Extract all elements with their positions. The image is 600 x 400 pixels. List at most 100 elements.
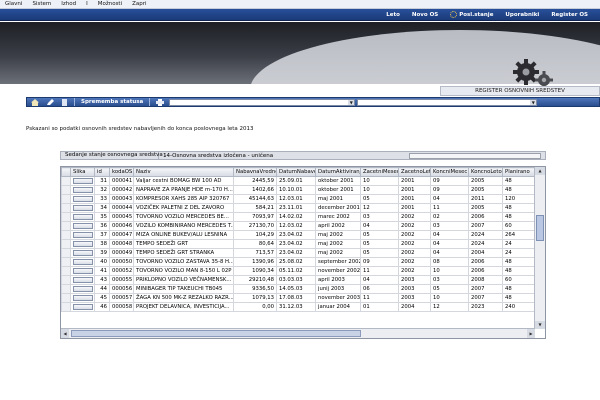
table-cell[interactable]: marec 2002 bbox=[315, 212, 361, 222]
picture-button[interactable] bbox=[73, 214, 93, 220]
table-cell[interactable]: 09 bbox=[430, 185, 469, 195]
table-cell[interactable]: maj 2002 bbox=[315, 248, 361, 258]
scroll-down-icon[interactable]: ▼ bbox=[535, 321, 545, 329]
column-header[interactable]: Naziv bbox=[133, 167, 234, 177]
row-selector[interactable] bbox=[61, 293, 71, 303]
status-dropdown[interactable]: ▼ bbox=[169, 98, 356, 106]
table-row[interactable]: 34 000044 VOZIČEK PALETNI Z DEL ZAVORO 584,… bbox=[61, 203, 536, 213]
table-cell[interactable]: 12.03.01 bbox=[276, 194, 316, 204]
table-cell[interactable]: 31.12.03 bbox=[276, 302, 316, 312]
table-cell[interactable]: 04 bbox=[360, 275, 399, 285]
table-row[interactable]: 40 000050 TOVORNO VOZILO ZASTAVA 35-8 H...… bbox=[61, 257, 536, 267]
nav-uporabniki[interactable]: Uporabniki bbox=[499, 9, 545, 21]
table-cell[interactable]: 2001 bbox=[398, 185, 431, 195]
table-cell[interactable]: 14.02.02 bbox=[276, 212, 316, 222]
table-cell[interactable]: 2001 bbox=[398, 203, 431, 213]
scroll-up-icon[interactable]: ▲ bbox=[535, 167, 545, 175]
table-cell[interactable]: 1390,96 bbox=[233, 257, 277, 267]
table-cell[interactable]: 000041 bbox=[109, 176, 134, 186]
table-cell[interactable]: 9336,50 bbox=[233, 284, 277, 294]
picture-cell[interactable] bbox=[70, 221, 95, 231]
table-cell[interactable]: 80,64 bbox=[233, 239, 277, 249]
table-cell[interactable]: 23.04.02 bbox=[276, 230, 316, 240]
table-cell[interactable]: 2002 bbox=[398, 212, 431, 222]
table-cell[interactable]: 41 bbox=[94, 266, 110, 276]
table-cell[interactable]: 25.08.02 bbox=[276, 257, 316, 267]
table-cell[interactable]: 000042 bbox=[109, 185, 134, 195]
table-cell[interactable]: 04 bbox=[430, 248, 469, 258]
table-cell[interactable]: 24 bbox=[502, 239, 536, 249]
table-cell[interactable]: 2003 bbox=[398, 275, 431, 285]
scroll-right-icon[interactable]: ▶ bbox=[527, 329, 535, 338]
picture-cell[interactable] bbox=[70, 293, 95, 303]
table-cell[interactable]: 48 bbox=[502, 293, 536, 303]
table-cell[interactable]: TOVORNO VOZILO MERCEDES BE... bbox=[133, 212, 234, 222]
table-cell[interactable]: 45 bbox=[94, 293, 110, 303]
table-cell[interactable]: maj 2002 bbox=[315, 239, 361, 249]
row-selector[interactable] bbox=[61, 185, 71, 195]
table-cell[interactable]: PRIKLOPNO VOZILO VEČNAMENSK... bbox=[133, 275, 234, 285]
table-cell[interactable]: 34 bbox=[94, 203, 110, 213]
table-cell[interactable]: 2002 bbox=[398, 239, 431, 249]
column-header[interactable]: Planirano bbox=[502, 167, 536, 177]
picture-cell[interactable] bbox=[70, 248, 95, 258]
picture-cell[interactable] bbox=[70, 194, 95, 204]
table-cell[interactable]: 48 bbox=[502, 185, 536, 195]
table-cell[interactable]: TOVORNO VOZILO MAN 8-150 L 02P bbox=[133, 266, 234, 276]
table-cell[interactable]: september 2002 bbox=[315, 257, 361, 267]
table-cell[interactable]: 48 bbox=[502, 176, 536, 186]
table-cell[interactable]: 2003 bbox=[398, 293, 431, 303]
table-cell[interactable]: oktober 2001 bbox=[315, 185, 361, 195]
table-cell[interactable]: 04 bbox=[430, 239, 469, 249]
table-cell[interactable]: 000048 bbox=[109, 239, 134, 249]
table-cell[interactable]: 25.09.01 bbox=[276, 176, 316, 186]
table-cell[interactable]: november 2002 bbox=[315, 266, 361, 276]
table-cell[interactable]: 2023 bbox=[468, 302, 503, 312]
table-cell[interactable]: 10 bbox=[430, 293, 469, 303]
table-cell[interactable]: december 2001 bbox=[315, 203, 361, 213]
table-cell[interactable]: 03 bbox=[430, 221, 469, 231]
table-cell[interactable]: april 2002 bbox=[315, 221, 361, 231]
picture-button[interactable] bbox=[73, 187, 93, 193]
picture-button[interactable] bbox=[73, 268, 93, 274]
picture-button[interactable] bbox=[73, 223, 93, 229]
table-cell[interactable]: 10 bbox=[360, 176, 399, 186]
table-cell[interactable]: 000058 bbox=[109, 302, 134, 312]
column-header[interactable]: KoncnoLeto bbox=[468, 167, 503, 177]
table-cell[interactable]: 05 bbox=[360, 239, 399, 249]
table-cell[interactable]: 2008 bbox=[468, 275, 503, 285]
picture-cell[interactable] bbox=[70, 239, 95, 249]
table-cell[interactable]: 11 bbox=[430, 203, 469, 213]
table-cell[interactable]: 03 bbox=[360, 212, 399, 222]
table-cell[interactable]: Valjar cestni BOMAG BW 100 AD bbox=[133, 176, 234, 186]
row-selector[interactable] bbox=[61, 194, 71, 204]
table-cell[interactable]: 12.03.02 bbox=[276, 221, 316, 231]
menu-zapri[interactable]: Zapri bbox=[127, 0, 151, 9]
column-header[interactable]: id bbox=[94, 167, 110, 177]
table-cell[interactable]: 264 bbox=[502, 230, 536, 240]
table-cell[interactable]: 2006 bbox=[468, 212, 503, 222]
table-row[interactable]: 33 000043 KOMPRESOR XAHS 285 AIP 320767 451… bbox=[61, 194, 536, 204]
table-cell[interactable]: november 2003 bbox=[315, 293, 361, 303]
column-header[interactable]: KoncniMesec bbox=[430, 167, 469, 177]
table-row[interactable]: 37 000047 MIZA ONLINE BUKEV/ALU LESNINA 104… bbox=[61, 230, 536, 240]
table-cell[interactable]: 000056 bbox=[109, 284, 134, 294]
table-cell[interactable]: 09 bbox=[360, 257, 399, 267]
table-cell[interactable]: 44 bbox=[94, 284, 110, 294]
table-cell[interactable]: 0,00 bbox=[233, 302, 277, 312]
filter-dropdown[interactable]: ▼ bbox=[357, 98, 538, 106]
picture-cell[interactable] bbox=[70, 266, 95, 276]
table-cell[interactable]: 000046 bbox=[109, 221, 134, 231]
table-cell[interactable]: 120 bbox=[502, 194, 536, 204]
table-cell[interactable]: 06 bbox=[360, 284, 399, 294]
picture-cell[interactable] bbox=[70, 230, 95, 240]
table-cell[interactable]: 45144,63 bbox=[233, 194, 277, 204]
table-cell[interactable]: VOZILO KOMBINIRANO MERCEDES T... bbox=[133, 221, 234, 231]
row-selector[interactable] bbox=[61, 248, 71, 258]
scroll-thumb[interactable] bbox=[71, 330, 361, 337]
table-cell[interactable]: 04 bbox=[430, 194, 469, 204]
picture-button[interactable] bbox=[73, 241, 93, 247]
table-cell[interactable]: TEMPO SEDEŽI GRT bbox=[133, 239, 234, 249]
table-cell[interactable]: 12 bbox=[360, 203, 399, 213]
table-cell[interactable]: 10 bbox=[360, 185, 399, 195]
